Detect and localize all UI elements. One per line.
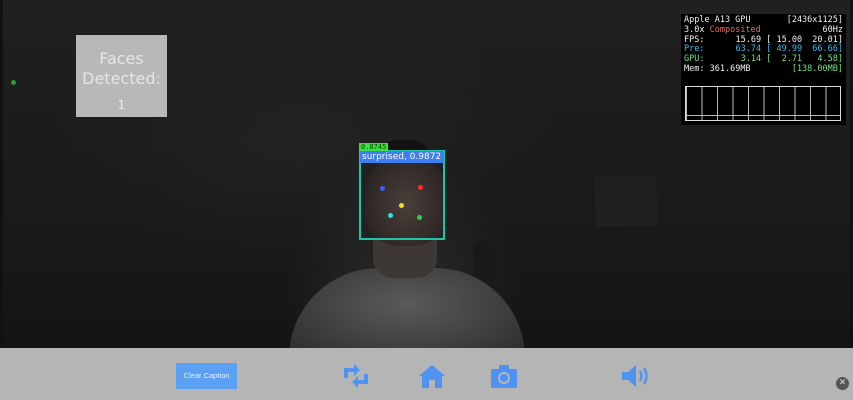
landmark-mouth-right <box>417 215 422 220</box>
gpu-scale: 3.0x <box>684 24 705 35</box>
landmark-nose <box>399 203 404 208</box>
switch-camera-icon[interactable] <box>341 362 371 390</box>
clear-caption-button[interactable]: Clear Caption <box>176 363 237 389</box>
indicator-dot <box>11 80 16 85</box>
mem-value: 361.69MB <box>709 63 751 74</box>
gpu-mode: Composited <box>709 24 761 35</box>
wall-panel <box>594 174 658 228</box>
face-bounding-box <box>359 150 445 240</box>
camera-icon[interactable] <box>489 362 519 390</box>
faces-detected-title: Faces Detected: <box>82 49 161 88</box>
home-icon[interactable] <box>417 362 447 390</box>
landmark-mouth-left <box>388 213 393 218</box>
speaker-icon[interactable] <box>620 362 650 390</box>
mem-peak: [138.00MB] <box>791 63 843 74</box>
close-icon[interactable]: ✕ <box>836 377 849 390</box>
mem-label: Mem: <box>684 63 705 74</box>
gpu-stats-overlay: Apple A13 GPU [2436x1125] 3.0x Composite… <box>681 14 846 125</box>
emotion-label: surprised, 0.9872 <box>360 151 444 163</box>
gpu-frame-graph <box>685 86 841 121</box>
landmark-left-eye <box>380 186 385 191</box>
graph-line <box>686 115 840 116</box>
faces-detected-count: 1 <box>117 98 126 112</box>
face-confidence-label: 0.8745 <box>359 143 389 151</box>
landmark-right-eye <box>418 185 423 190</box>
faces-detected-card: Faces Detected: 1 <box>76 35 167 117</box>
